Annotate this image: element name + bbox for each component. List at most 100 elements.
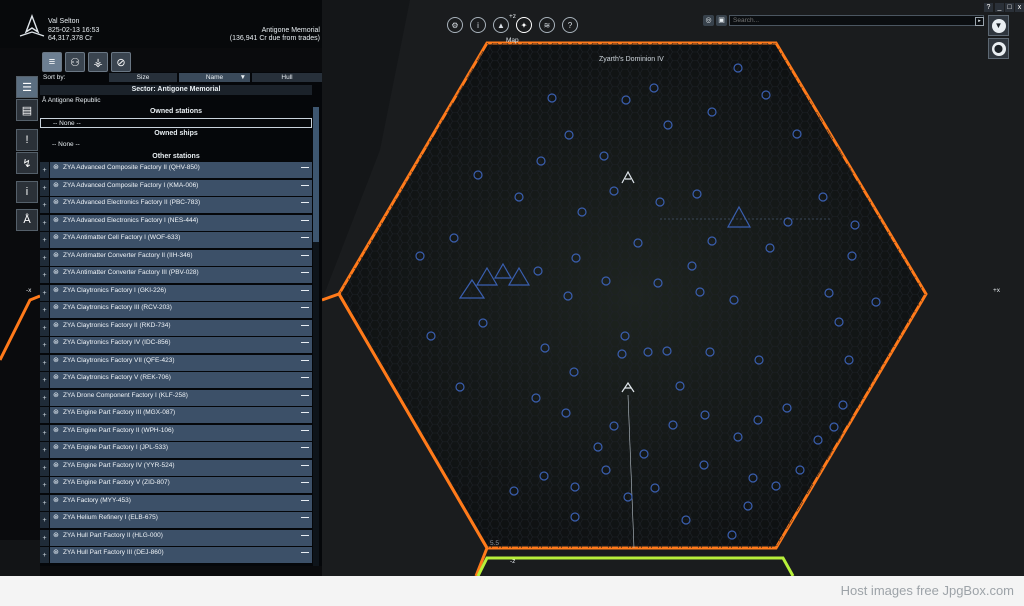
filter-button[interactable]: ▼ [988, 15, 1009, 36]
station-row[interactable]: + ⊛ ZYA Engine Part Factory III (MGX-087) [40, 407, 312, 423]
station-row[interactable]: + ⊛ ZYA Claytronics Factory II (RKD-734) [40, 319, 312, 336]
sort-name-button[interactable]: Name ▼ [179, 73, 250, 82]
station-row[interactable]: + ⊛ ZYA Antimatter Converter Factory II (I… [40, 249, 312, 266]
expand-icon[interactable]: + [40, 372, 49, 388]
station-row-body[interactable]: ⊛ ZYA Engine Part Factory V (ZID-807) [50, 477, 312, 493]
search-toggle-icon[interactable]: ▣ [716, 15, 727, 26]
station-row-body[interactable]: ⊛ ZYA Claytronics Factory V (REK-706) [50, 372, 312, 388]
station-row-body[interactable]: ⊛ ZYA Antimatter Converter Factory II (II… [50, 249, 312, 266]
layers-icon[interactable]: ≋ [539, 17, 555, 33]
search-filter-icon[interactable]: ◎ [703, 15, 714, 26]
expand-icon[interactable]: + [40, 267, 49, 283]
station-row[interactable]: + ⊛ ZYA Claytronics Factory V (REK-706) [40, 372, 312, 388]
trade-icon[interactable]: ↯ [16, 152, 38, 174]
top-info-icon[interactable]: i [470, 17, 486, 33]
expand-icon[interactable]: + [40, 179, 49, 196]
station-row-body[interactable]: ⊛ ZYA Claytronics Factory VII (QFE-423) [50, 354, 312, 371]
property-owned-icon[interactable]: ▤ [16, 99, 38, 121]
minimize-button[interactable]: _ [995, 3, 1004, 12]
expand-icon[interactable]: + [40, 249, 49, 266]
expand-icon[interactable]: + [40, 424, 49, 441]
station-row-body[interactable]: ⊛ ZYA Factory (MYY-453) [50, 494, 312, 511]
station-row[interactable]: + ⊛ ZYA Antimatter Cell Factory I (WOF-633… [40, 232, 312, 248]
map-icon[interactable]: ✦ [516, 17, 532, 33]
station-row[interactable]: + ⊛ ZYA Antimatter Converter Factory III (… [40, 267, 312, 283]
tab-filter-icon[interactable]: ⚶ [88, 52, 108, 72]
ship-icon[interactable]: ▲ [493, 17, 509, 33]
expand-icon[interactable]: + [40, 214, 49, 231]
sort-size-button[interactable]: Size [109, 73, 177, 82]
station-row-body[interactable]: ⊛ ZYA Hull Part Factory III (DEJ-860) [50, 547, 312, 563]
station-row[interactable]: + ⊛ ZYA Helium Refinery I (ELB-675) [40, 512, 312, 528]
expand-icon[interactable]: + [40, 389, 49, 406]
station-row-body[interactable]: ⊛ ZYA Advanced Composite Factory I (KMA-0… [50, 179, 312, 196]
owned-ships-none[interactable]: -- None -- [40, 140, 312, 150]
tab-people-icon[interactable]: ⚇ [65, 52, 85, 72]
station-row[interactable]: + ⊛ ZYA Hull Part Factory III (DEJ-860) [40, 547, 312, 563]
station-row[interactable]: + ⊛ ZYA Advanced Composite Factory I (KMA-… [40, 179, 312, 196]
help-icon[interactable]: ? [562, 17, 578, 33]
station-row-body[interactable]: ⊛ ZYA Claytronics Factory IV (IDC-856) [50, 337, 312, 353]
station-row[interactable]: + ⊛ ZYA Factory (MYY-453) [40, 494, 312, 511]
expand-icon[interactable]: + [40, 162, 49, 178]
scrollbar-thumb[interactable] [313, 107, 319, 242]
station-row-body[interactable]: ⊛ ZYA Helium Refinery I (ELB-675) [50, 512, 312, 528]
station-row[interactable]: + ⊛ ZYA Advanced Electronics Factory I (NE… [40, 214, 312, 231]
gear-icon[interactable]: ⚙ [447, 17, 463, 33]
expand-icon[interactable]: + [40, 494, 49, 511]
location-button[interactable]: ⬤ [988, 38, 1009, 59]
station-row-body[interactable]: ⊛ ZYA Claytronics Factory III (RCV-203) [50, 302, 312, 318]
station-row[interactable]: + ⊛ ZYA Claytronics Factory VII (QFE-423) [40, 354, 312, 371]
expand-icon[interactable]: + [40, 354, 49, 371]
station-row-body[interactable]: ⊛ ZYA Engine Part Factory II (WPH-106) [50, 424, 312, 441]
station-row[interactable]: + ⊛ ZYA Advanced Composite Factory II (QHV… [40, 162, 312, 178]
restore-button[interactable]: □ [1005, 3, 1014, 12]
expand-icon[interactable]: + [40, 459, 49, 476]
tab-blocked-icon[interactable]: ⊘ [111, 52, 131, 72]
station-row-body[interactable]: ⊛ ZYA Advanced Electronics Factory II (PB… [50, 197, 312, 213]
station-row[interactable]: + ⊛ ZYA Engine Part Factory I (JPL-533) [40, 442, 312, 458]
station-row-body[interactable]: ⊛ ZYA Engine Part Factory I (JPL-533) [50, 442, 312, 458]
station-row[interactable]: + ⊛ ZYA Claytronics Factory III (RCV-203) [40, 302, 312, 318]
station-row-body[interactable]: ⊛ ZYA Advanced Electronics Factory I (NES… [50, 214, 312, 231]
expand-icon[interactable]: + [40, 477, 49, 493]
station-row[interactable]: + ⊛ ZYA Hull Part Factory II (HLG-000) [40, 529, 312, 546]
owned-stations-none[interactable]: -- None -- [40, 118, 312, 128]
station-row[interactable]: + ⊛ ZYA Engine Part Factory IV (YYR-524) [40, 459, 312, 476]
info-icon[interactable]: i [16, 181, 38, 203]
expand-icon[interactable]: + [40, 284, 49, 301]
station-row-body[interactable]: ⊛ ZYA Claytronics Factory I (GKI-226) [50, 284, 312, 301]
expand-icon[interactable]: + [40, 232, 49, 248]
expand-icon[interactable]: + [40, 407, 49, 423]
station-row-body[interactable]: ⊛ ZYA Engine Part Factory IV (YYR-524) [50, 459, 312, 476]
expand-icon[interactable]: + [40, 512, 49, 528]
sort-hull-button[interactable]: Hull [252, 73, 322, 82]
faction-icon[interactable]: Å [16, 209, 38, 231]
station-row[interactable]: + ⊛ ZYA Engine Part Factory V (ZID-807) [40, 477, 312, 493]
list-icon[interactable]: ☰ [16, 76, 38, 98]
station-row[interactable]: + ⊛ ZYA Engine Part Factory II (WPH-106) [40, 424, 312, 441]
close-button[interactable]: x [1015, 3, 1024, 12]
station-row-body[interactable]: ⊛ ZYA Claytronics Factory II (RKD-734) [50, 319, 312, 336]
search-input[interactable] [729, 15, 984, 26]
help-button[interactable]: ? [984, 3, 993, 12]
tab-list-icon[interactable]: ≡ [42, 52, 62, 72]
expand-icon[interactable]: + [40, 442, 49, 458]
station-row[interactable]: + ⊛ ZYA Claytronics Factory IV (IDC-856) [40, 337, 312, 353]
station-row-body[interactable]: ⊛ ZYA Antimatter Cell Factory I (WOF-633) [50, 232, 312, 248]
search-go-icon[interactable]: ▸ [975, 17, 984, 26]
alert-icon[interactable]: ! [16, 129, 38, 151]
expand-icon[interactable]: + [40, 319, 49, 336]
expand-icon[interactable]: + [40, 302, 49, 318]
expand-icon[interactable]: + [40, 197, 49, 213]
station-row[interactable]: + ⊛ ZYA Claytronics Factory I (GKI-226) [40, 284, 312, 301]
station-row-body[interactable]: ⊛ ZYA Antimatter Converter Factory III (P… [50, 267, 312, 283]
station-row-body[interactable]: ⊛ ZYA Drone Component Factory I (KLF-258) [50, 389, 312, 406]
expand-icon[interactable]: + [40, 547, 49, 563]
station-row-body[interactable]: ⊛ ZYA Engine Part Factory III (MGX-087) [50, 407, 312, 423]
expand-icon[interactable]: + [40, 529, 49, 546]
station-row-body[interactable]: ⊛ ZYA Advanced Composite Factory II (QHV-… [50, 162, 312, 178]
station-row[interactable]: + ⊛ ZYA Advanced Electronics Factory II (P… [40, 197, 312, 213]
station-row[interactable]: + ⊛ ZYA Drone Component Factory I (KLF-258… [40, 389, 312, 406]
station-row-body[interactable]: ⊛ ZYA Hull Part Factory II (HLG-000) [50, 529, 312, 546]
